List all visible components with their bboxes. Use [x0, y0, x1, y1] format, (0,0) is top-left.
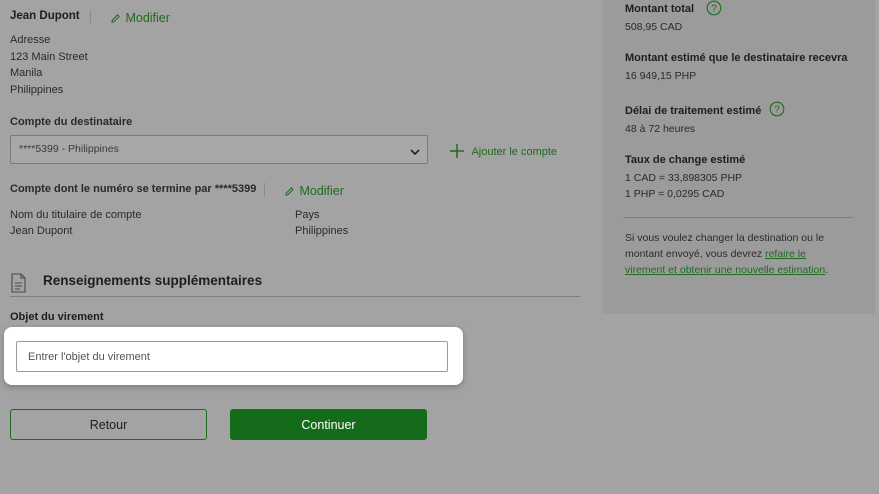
change-note: Si vous voulez changer la destination ou… [625, 230, 847, 278]
continue-button[interactable]: Continuer [230, 409, 427, 440]
pencil-icon [110, 11, 121, 29]
address-line-3: Philippines [10, 84, 64, 96]
section-title: Renseignements supplémentaires [43, 273, 263, 288]
divider [90, 10, 91, 24]
account-label: Compte du destinataire [10, 116, 133, 128]
svg-text:?: ? [774, 105, 780, 116]
section-divider [10, 296, 580, 297]
address-line-2: Manila [10, 67, 43, 79]
purpose-label: Objet du virement [10, 311, 104, 323]
rate-line-1: 1 CAD = 33,898305 PHP [625, 172, 743, 184]
plus-icon [449, 143, 465, 162]
address-label: Adresse [10, 34, 51, 46]
total-label: Montant total [625, 3, 695, 15]
add-account-link[interactable]: Ajouter le compte [449, 143, 557, 162]
divider [264, 183, 265, 197]
change-note-end: . [825, 264, 829, 276]
account-select[interactable]: ****5399 - Philippines [10, 135, 428, 164]
account-select-value: ****5399 - Philippines [19, 143, 119, 155]
help-circle-icon[interactable]: ? [769, 101, 785, 122]
rate-line-2: 1 PHP = 0,0295 CAD [625, 188, 725, 200]
document-icon [10, 273, 27, 298]
recipient-name: Jean Dupont [10, 10, 80, 22]
account-ending-title: Compte dont le numéro se termine par ***… [10, 183, 257, 195]
country-label: Pays [295, 209, 320, 221]
delay-label: Délai de traitement estimé [625, 105, 762, 117]
chevron-down-icon [409, 144, 421, 162]
holder-value: Jean Dupont [10, 225, 73, 237]
panel-divider [623, 217, 853, 218]
back-button[interactable]: Retour [10, 409, 207, 440]
address-line-1: 123 Main Street [10, 51, 88, 63]
pencil-icon [284, 184, 295, 202]
purpose-input[interactable] [16, 341, 448, 372]
edit-account-label: Modifier [299, 184, 344, 198]
rate-label: Taux de change estimé [625, 154, 746, 166]
total-value: 508,95 CAD [625, 21, 683, 33]
holder-label: Nom du titulaire de compte [10, 209, 142, 221]
help-circle-icon[interactable]: ? [706, 0, 722, 21]
edit-recipient-link[interactable]: Modifier [110, 9, 170, 29]
estimated-value: 16 949,15 PHP [625, 70, 697, 82]
country-value: Philippines [295, 225, 349, 237]
add-account-label: Ajouter le compte [471, 146, 558, 158]
delay-value: 48 à 72 heures [625, 123, 696, 135]
edit-recipient-label: Modifier [125, 11, 170, 25]
edit-account-link[interactable]: Modifier [284, 182, 344, 202]
svg-text:?: ? [711, 4, 717, 15]
estimated-label: Montant estimé que le destinataire recev… [625, 52, 848, 64]
purpose-field-highlight [4, 327, 463, 385]
